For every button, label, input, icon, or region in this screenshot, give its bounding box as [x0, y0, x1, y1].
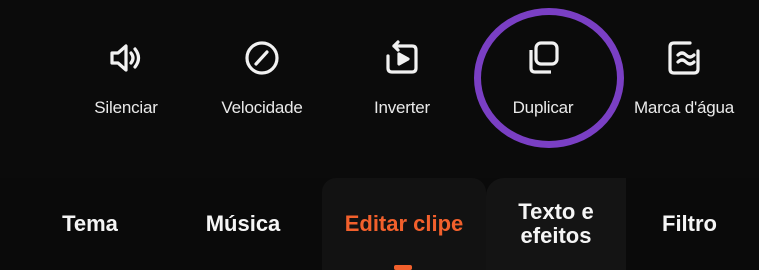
reverse-button[interactable]: Inverter	[362, 36, 442, 136]
tab-tema[interactable]: Tema	[40, 178, 140, 270]
mute-label: Silenciar	[94, 98, 158, 117]
tab-label-line2: efeitos	[520, 223, 592, 248]
bottom-tab-bar: Tema Música Editar clipe Texto e efeitos…	[0, 178, 759, 270]
tab-editar-clipe[interactable]: Editar clipe	[322, 178, 486, 270]
mute-button[interactable]: Silenciar	[84, 36, 168, 136]
tab-label: Editar clipe	[344, 210, 464, 236]
tab-filtro[interactable]: Filtro	[662, 178, 759, 270]
tab-label: Tema	[62, 210, 118, 236]
tab-label: Música	[205, 210, 281, 236]
clip-edit-toolbar: Silenciar Velocidade Inverter Duplicar M…	[0, 0, 759, 178]
tab-texto-efeitos[interactable]: Texto e efeitos	[486, 178, 626, 270]
speedometer-icon	[240, 36, 284, 80]
reverse-label: Inverter	[373, 98, 431, 117]
speed-label: Velocidade	[221, 98, 303, 117]
watermark-icon	[662, 36, 706, 80]
tab-label-line1: Texto e	[518, 198, 594, 224]
tab-musica[interactable]: Música	[186, 178, 300, 270]
speaker-icon	[104, 36, 148, 80]
watermark-label: Marca d'água	[633, 98, 735, 117]
duplicate-label: Duplicar	[512, 98, 574, 117]
speed-button[interactable]: Velocidade	[206, 36, 318, 136]
watermark-button[interactable]: Marca d'água	[620, 36, 748, 136]
reverse-play-icon	[380, 36, 424, 80]
duplicate-button[interactable]: Duplicar	[500, 36, 586, 136]
duplicate-icon	[521, 36, 565, 80]
tab-label: Filtro	[662, 210, 717, 236]
active-tab-indicator	[394, 265, 412, 270]
